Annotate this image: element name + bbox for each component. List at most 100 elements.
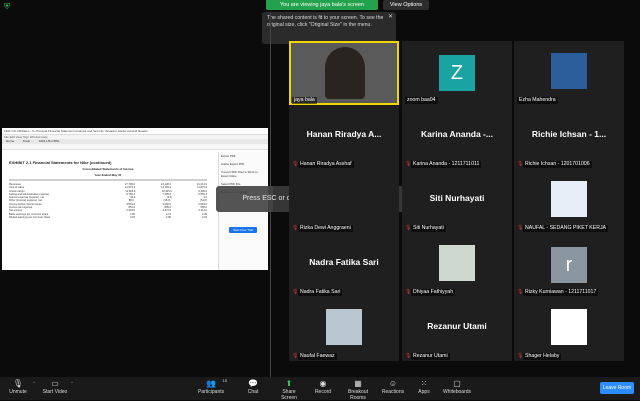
mic-muted-icon: 🎙 [12,379,24,388]
participant-name: Nadra Fatika Sari [298,289,343,296]
doc-toolbar [2,144,268,150]
reactions-button[interactable]: ☺ Reactions [380,379,406,395]
mic-muted-icon: 🎙 [517,225,524,231]
participants-button[interactable]: 👥 15 Participants [198,378,227,395]
side-item[interactable]: Export PDF [219,152,267,160]
mic-muted-icon: 🎙 [292,225,299,231]
unmute-label: Unmute [9,389,27,395]
profile-picture [439,245,475,281]
start-video-button[interactable]: ▭ Start Video ^ [42,379,73,395]
avatar: Z [439,55,475,91]
participant-tile[interactable]: 🎙 Naufal Faewaz [289,297,399,361]
start-trial-button[interactable]: Start Free Trial [229,227,257,233]
mic-muted-icon: 🎙 [405,225,412,231]
participant-tile[interactable]: 🎙 NAUFAL - SEDANG PIKET KERJA [514,169,624,233]
participant-tile[interactable]: Ezha Mahendra [514,41,624,105]
view-options-button[interactable]: View Options [383,0,429,10]
participant-name: Siti Nurhayati [411,225,446,232]
profile-picture [326,309,362,345]
participant-display-name: Rezanur Utami [427,321,487,331]
unmute-button[interactable]: 🎙 Unmute ^ [6,379,35,395]
apps-label: Apps [418,389,430,395]
reactions-icon: ☺ [388,379,398,388]
chevron-up-icon[interactable]: ^ [33,380,35,385]
whiteboards-button[interactable]: ▢ Whiteboards [442,379,472,395]
participants-count: 15 [222,378,227,383]
reactions-label: Reactions [381,389,405,395]
participant-name: Rizky Kurniawan - 1211711017 [523,289,599,296]
participant-tile[interactable]: 🎙 Rizka Dewi Anggraeni [289,169,399,233]
mic-muted-icon: 🎙 [292,289,299,295]
profile-picture [551,181,587,217]
participant-tile[interactable]: Hanan Riradya A... 🎙 Hanan Riradya Asshaf [289,105,399,169]
mic-muted-icon: 🎙 [405,161,412,167]
mic-muted-icon: 🎙 [517,353,524,359]
mic-muted-icon: 🎙 [405,289,412,295]
whiteboards-label: Whiteboards [442,389,472,395]
participant-name: Hanan Riradya Asshaf [298,161,354,168]
doc-window-title: 1601-US-CRSlides - S. Principal Financia… [2,128,268,135]
participant-tile[interactable]: Karina Ananda -... 🎙 Karina Ananda - 12117… [402,105,512,169]
breakout-rooms-button[interactable]: ▦ Breakout Rooms [340,379,376,401]
participant-name: Dhiyaa Fathiyyah [411,289,456,296]
participant-display-name: Karina Ananda -... [421,129,493,139]
participant-tile[interactable]: 🎙 Shager Helaby [514,297,624,361]
participant-name: Naufal Faewaz [298,353,337,360]
profile-picture [551,53,587,89]
shield-icon[interactable]: ⛨ [4,3,12,11]
participant-tile[interactable]: r 🎙 Rizky Kurniawan - 1211711017 [514,233,624,297]
share-screen-button[interactable]: ⬆ Share Screen [274,379,304,401]
participant-tile[interactable]: Zzoom baa04 [402,41,512,105]
participant-tile[interactable]: Siti Nurhayati 🎙 Siti Nurhayati [402,169,512,233]
participant-display-name: Siti Nurhayati [429,193,485,203]
share-screen-label: Share Screen [281,389,297,401]
close-icon[interactable]: ✕ [388,14,393,21]
record-label: Record [314,389,332,395]
side-item[interactable]: Adobe Export PDF [219,160,267,168]
participant-name: Rezanur Utami [411,353,450,360]
chat-button[interactable]: 💬 Chat [244,379,262,395]
record-button[interactable]: ◉ Record [313,379,333,395]
whiteboard-icon: ▢ [453,379,461,388]
mic-muted-icon: 🎙 [292,353,299,359]
statement-rows: Revenues 27,799.0 24,128.1 21,214.9 Cost of … [9,183,207,219]
start-video-label: Start Video [42,389,68,395]
divider [9,179,207,181]
mic-muted-icon: 🎙 [517,161,524,167]
apps-button[interactable]: ⁙ Apps [416,379,432,395]
participant-name: Ezha Mahendra [517,97,558,104]
participant-name: zoom baa04 [405,97,438,104]
participant-tile[interactable]: Richie Ichsan - 1... 🎙 Richie Ichsan - 120… [514,105,624,169]
participant-tile[interactable]: Rezanur Utami 🎙 Rezanur Utami [402,297,512,361]
viewing-badge: You are viewing jaya bala's screen [266,0,378,10]
participant-name: jaya bala [292,97,317,104]
participant-tile[interactable]: Nadra Fatika Sari 🎙 Nadra Fatika Sari [289,233,399,297]
chevron-up-icon[interactable]: ^ [71,380,73,385]
doc-tab: Home [6,139,15,143]
participant-name: Karina Ananda - 1211711011 [411,161,482,168]
video-feed [325,47,365,99]
doc-tab: Tools [22,139,30,143]
row-label: Diluted earnings per common share [9,215,51,219]
leave-room-button[interactable]: Leave Room [600,382,634,394]
mic-muted-icon: 🎙 [405,353,412,359]
doc-page: EXHIBIT 2.1 Financial Statements for Nik… [6,152,210,270]
participant-display-name: Hanan Riradya A... [306,129,382,139]
year-header: Year Ended May 31 [94,173,122,177]
chat-icon: 💬 [248,379,258,388]
avatar: r [551,247,587,283]
participants-icon: 👥 [206,379,216,388]
row-value: 2.34 [201,215,207,219]
record-icon: ◉ [319,379,327,388]
row-value: 2.68 [165,215,171,219]
fit-screen-tooltip: The shared content is fit to your screen… [262,12,396,44]
participant-display-name: Nadra Fatika Sari [309,257,379,267]
side-item[interactable]: Convert PDF Files to Word or Excel Onlin… [219,168,267,180]
participant-tile[interactable]: 🎙 Dhiyaa Fathiyyah [402,233,512,297]
share-screen-icon: ⬆ [285,379,293,388]
profile-picture [551,309,587,345]
participant-tile[interactable]: jaya bala [289,41,399,105]
statement-row: Diluted earnings per common share 2.97 2.6… [9,216,207,219]
doc-tab: 1601-US-CRSl... [38,139,62,143]
tooltip-text: The shared content is fit to your screen… [267,15,384,28]
